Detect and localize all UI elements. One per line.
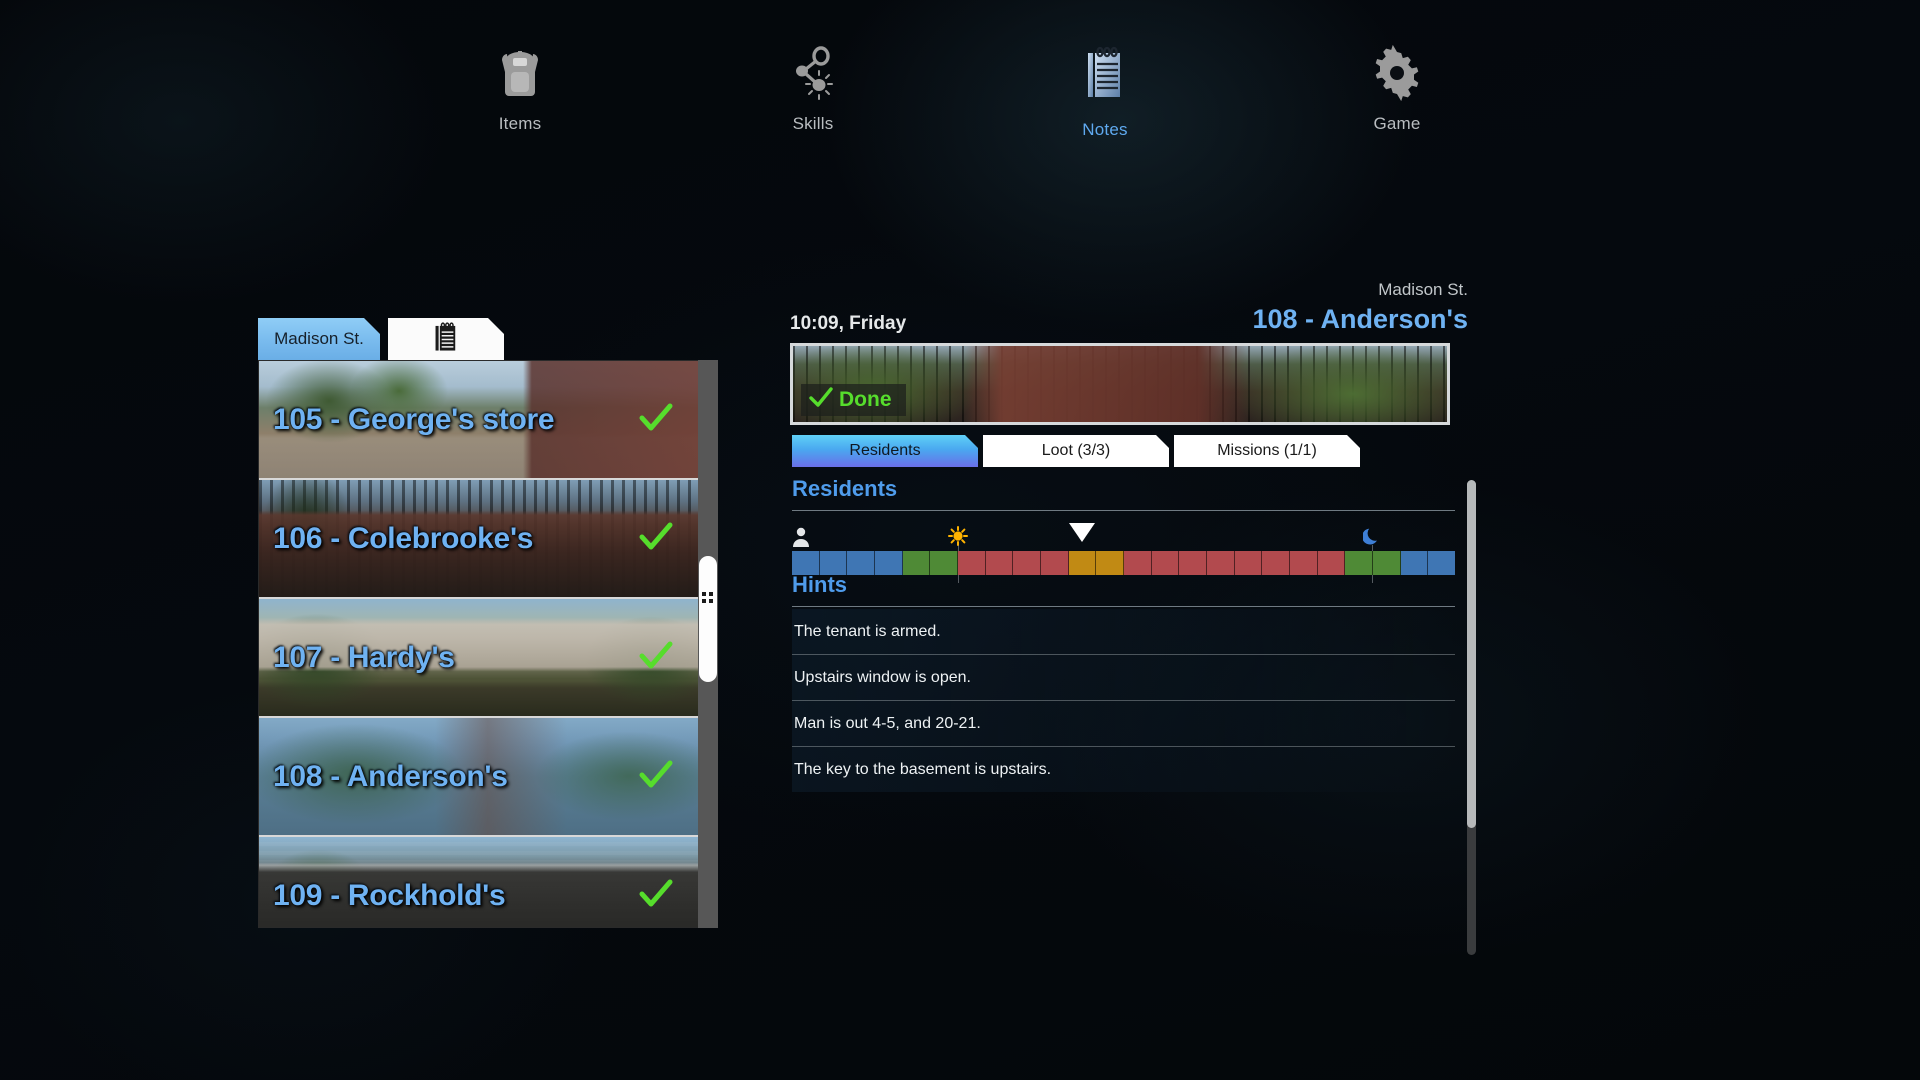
top-navigation: Items Skills Notes Game bbox=[0, 40, 1920, 170]
nav-item-notes[interactable]: Notes bbox=[1030, 40, 1180, 140]
moon-icon bbox=[1362, 526, 1381, 546]
section-heading: Hints bbox=[792, 572, 1455, 607]
scrollbar-thumb[interactable] bbox=[1467, 480, 1476, 828]
status-badge-label: Done bbox=[839, 388, 892, 411]
nav-item-label: Notes bbox=[1082, 120, 1128, 139]
section-heading: Residents bbox=[792, 476, 1455, 511]
house-name: 105 - George's store bbox=[273, 402, 555, 436]
residents-schedule-timeline[interactable] bbox=[792, 523, 1456, 583]
house-list[interactable]: 105 - George's store 106 - Colebrooke's 10… bbox=[258, 360, 718, 928]
check-icon bbox=[639, 879, 673, 913]
nav-item-label: Game bbox=[1373, 114, 1421, 133]
tab-madison-st[interactable]: Madison St. bbox=[258, 318, 380, 360]
hint-item: The tenant is armed. bbox=[792, 609, 1455, 655]
hint-item: Upstairs window is open. bbox=[792, 655, 1455, 701]
nav-item-label: Skills bbox=[792, 114, 834, 133]
hints-section: Hints The tenant is armed. Upstairs windo… bbox=[792, 572, 1455, 792]
detail-tabs: Residents Loot (3/3) Missions (1/1) bbox=[790, 435, 1480, 467]
house-name: 107 - Hardy's bbox=[273, 640, 455, 674]
tab-notes-folder[interactable] bbox=[388, 318, 504, 360]
nav-item-items[interactable]: Items bbox=[445, 40, 595, 134]
timeline-markers bbox=[792, 523, 1455, 583]
tab-loot[interactable]: Loot (3/3) bbox=[983, 435, 1169, 467]
house-list-item[interactable]: 108 - Anderson's bbox=[259, 718, 699, 837]
notepad-icon bbox=[1030, 40, 1180, 102]
house-name: 106 - Colebrooke's bbox=[273, 521, 534, 555]
resize-grip-icon[interactable] bbox=[702, 592, 714, 604]
location-street: Madison St. bbox=[1378, 280, 1468, 299]
hints-list: The tenant is armed. Upstairs window is o… bbox=[792, 609, 1455, 792]
nav-item-skills[interactable]: Skills bbox=[738, 40, 888, 134]
sun-icon bbox=[947, 526, 968, 546]
house-list-item[interactable]: 109 - Rockhold's bbox=[259, 837, 699, 927]
tab-residents[interactable]: Residents bbox=[792, 435, 978, 467]
location-title: 108 - Anderson's bbox=[1252, 304, 1469, 334]
tab-label: Residents bbox=[849, 442, 921, 459]
check-icon bbox=[639, 641, 673, 675]
notepad-icon bbox=[433, 321, 459, 358]
house-list-item[interactable]: 106 - Colebrooke's bbox=[259, 480, 699, 599]
house-list-scrollbar[interactable] bbox=[698, 360, 718, 928]
house-list-item[interactable]: 107 - Hardy's bbox=[259, 599, 699, 718]
street-list-panel: Madison St. 105 - George's store 106 - C… bbox=[258, 318, 718, 928]
house-name: 109 - Rockhold's bbox=[273, 878, 506, 912]
check-icon bbox=[639, 403, 673, 437]
check-icon bbox=[809, 386, 833, 414]
left-panel-tabs: Madison St. bbox=[258, 318, 718, 360]
detail-panel-scrollbar[interactable] bbox=[1467, 480, 1476, 955]
current-time-marker bbox=[1069, 523, 1096, 542]
tab-label: Loot (3/3) bbox=[1041, 442, 1111, 459]
tab-label: Missions (1/1) bbox=[1217, 442, 1317, 459]
residents-section: Residents bbox=[792, 476, 1456, 583]
backpack-icon bbox=[445, 40, 595, 102]
nav-item-label: Items bbox=[498, 114, 542, 133]
check-icon bbox=[639, 760, 673, 794]
game-clock: 10:09, Friday bbox=[790, 313, 907, 334]
house-name: 108 - Anderson's bbox=[273, 759, 508, 793]
tab-label: Madison St. bbox=[274, 329, 364, 348]
scrollbar-thumb[interactable] bbox=[699, 556, 717, 682]
gear-icon bbox=[1322, 40, 1472, 102]
status-badge: Done bbox=[801, 384, 906, 416]
house-banner-image: Done bbox=[790, 343, 1450, 425]
hint-item: The key to the basement is upstairs. bbox=[792, 747, 1455, 792]
house-list-item[interactable]: 105 - George's store bbox=[259, 361, 699, 480]
nav-item-game[interactable]: Game bbox=[1322, 40, 1472, 134]
game-notes-screen: Items Skills Notes Game Madison St. 105 … bbox=[0, 0, 1920, 1080]
skills-share-icon bbox=[738, 40, 888, 102]
check-icon bbox=[639, 522, 673, 556]
hint-item: Man is out 4-5, and 20-21. bbox=[792, 701, 1455, 747]
person-icon bbox=[792, 527, 810, 547]
tab-missions[interactable]: Missions (1/1) bbox=[1174, 435, 1360, 467]
